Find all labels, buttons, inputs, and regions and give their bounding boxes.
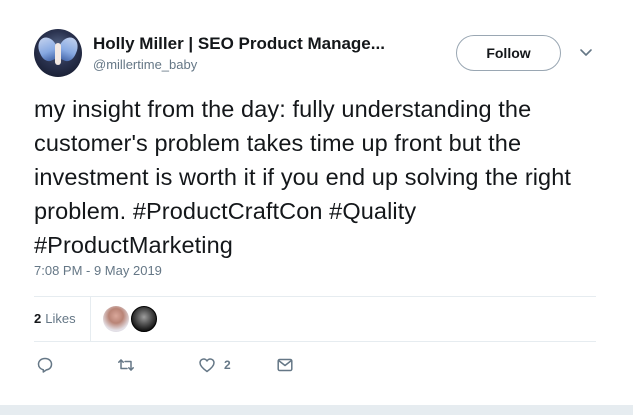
author-display-name[interactable]: Holly Miller | SEO Product Manage... [93,34,385,54]
timeline-gap [0,405,633,415]
tweet-actions: 2 [0,352,633,378]
tweet-text: my insight from the day: fully understan… [34,96,572,258]
likes-stat[interactable]: 2 Likes [34,311,76,326]
author-handle[interactable]: @millertime_baby [93,57,385,72]
avatar-figure [55,43,61,65]
tweet-card: Holly Miller | SEO Product Manage... @mi… [0,0,633,405]
retweet-button[interactable] [117,352,135,378]
heart-icon [199,358,215,373]
liker-avatar[interactable] [131,306,157,332]
like-count: 2 [224,358,231,372]
likes-label: Likes [45,311,76,326]
author-avatar[interactable] [34,29,82,77]
retweet-arrows-icon [118,359,134,371]
author-block: Holly Miller | SEO Product Manage... @mi… [93,34,385,72]
likes-count: 2 [34,311,42,326]
stat-divider [90,297,91,341]
liker-avatar[interactable] [103,306,129,332]
envelope-icon [277,358,293,372]
speech-bubble-icon [37,357,53,373]
reply-button[interactable] [36,352,54,378]
tweet-timestamp[interactable]: 7:08 PM - 9 May 2019 [34,263,162,278]
like-button[interactable]: 2 [198,352,231,378]
follow-button[interactable]: Follow [456,35,561,71]
divider-top [34,296,596,297]
divider-bottom [34,341,596,342]
direct-message-button[interactable] [276,352,294,378]
chevron-down-icon[interactable] [578,44,594,60]
